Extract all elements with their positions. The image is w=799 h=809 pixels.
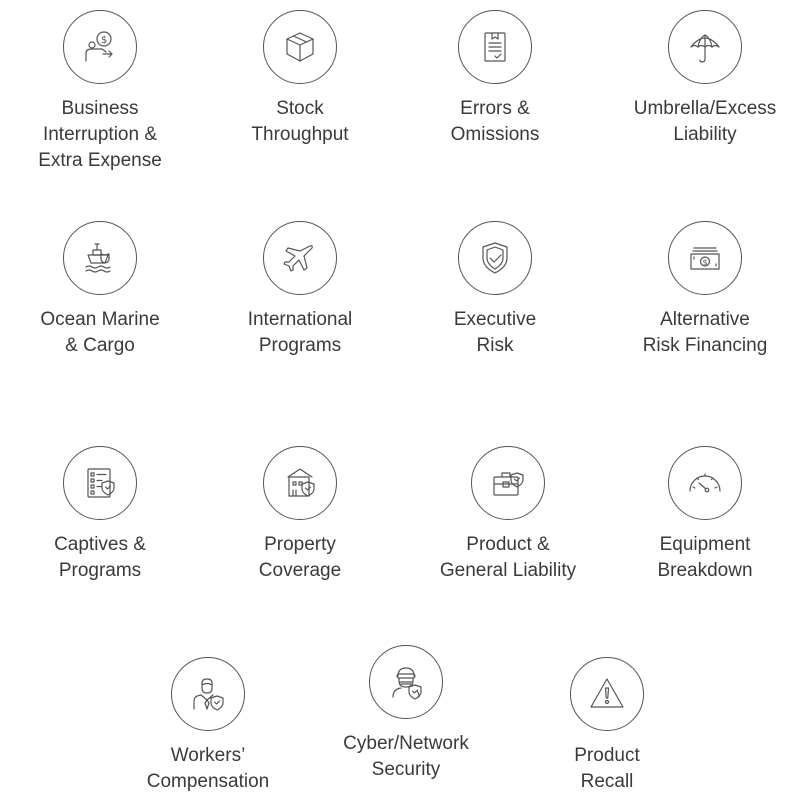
coverage-label: Cyber/Network Security	[343, 733, 469, 780]
coverage-item-executive-risk[interactable]: Executive Risk	[405, 221, 585, 359]
coverage-label: Product & General Liability	[439, 534, 577, 581]
box-icon	[263, 10, 337, 84]
coverage-item-equipment-breakdown[interactable]: Equipment Breakdown	[615, 446, 795, 584]
building-shield-icon	[263, 446, 337, 520]
coverage-label: Ocean Marine & Cargo	[40, 309, 160, 356]
coverage-item-umbrella-liability[interactable]: Umbrella/Excess Liability	[615, 10, 795, 148]
coverage-label: Alternative Risk Financing	[642, 309, 768, 356]
coverage-item-alternative-risk-financing[interactable]: $ Alternative Risk Financing	[615, 221, 795, 359]
airplane-icon	[263, 221, 337, 295]
document-check-icon	[458, 10, 532, 84]
coverage-item-product-recall[interactable]: Product Recall	[517, 657, 697, 795]
umbrella-icon	[668, 10, 742, 84]
coverage-label: Property Coverage	[258, 534, 342, 581]
ship-shield-icon	[63, 221, 137, 295]
coverage-item-business-interruption[interactable]: $ Business Interruption & Extra Expense	[10, 10, 190, 174]
coverage-label: Stock Throughput	[251, 98, 349, 145]
coverage-item-property-coverage[interactable]: Property Coverage	[210, 446, 390, 584]
warning-icon	[570, 657, 644, 731]
money-bills-icon: $	[668, 221, 742, 295]
coverage-item-product-general-liability[interactable]: Product & General Liability	[418, 446, 598, 584]
briefcase-shield-icon	[471, 446, 545, 520]
svg-text:$: $	[703, 258, 708, 267]
coverage-item-errors-omissions[interactable]: Errors & Omissions	[405, 10, 585, 148]
gauge-icon	[668, 446, 742, 520]
coverage-label: Errors & Omissions	[450, 98, 540, 145]
money-speech-person-icon: $	[63, 10, 137, 84]
coverage-label: Product Recall	[574, 745, 640, 792]
coverage-item-stock-throughput[interactable]: Stock Throughput	[210, 10, 390, 148]
coverage-label: Executive Risk	[453, 309, 537, 356]
hacker-shield-icon	[369, 645, 443, 719]
coverage-label: International Programs	[247, 309, 353, 356]
coverage-item-ocean-marine[interactable]: Ocean Marine & Cargo	[10, 221, 190, 359]
shield-check-icon	[458, 221, 532, 295]
checklist-shield-icon	[63, 446, 137, 520]
coverage-label: Business Interruption & Extra Expense	[38, 98, 162, 171]
coverage-item-workers-compensation[interactable]: Workers’ Compensation	[118, 657, 298, 795]
coverage-item-captives-programs[interactable]: Captives & Programs	[10, 446, 190, 584]
svg-text:$: $	[101, 35, 107, 46]
coverage-item-international-programs[interactable]: International Programs	[210, 221, 390, 359]
coverage-label: Umbrella/Excess Liability	[633, 98, 777, 145]
coverage-label: Equipment Breakdown	[657, 534, 753, 581]
coverage-label: Captives & Programs	[54, 534, 146, 581]
worker-shield-icon	[171, 657, 245, 731]
coverage-item-cyber-network-security[interactable]: Cyber/Network Security	[316, 645, 496, 783]
coverage-label: Workers’ Compensation	[146, 745, 270, 792]
